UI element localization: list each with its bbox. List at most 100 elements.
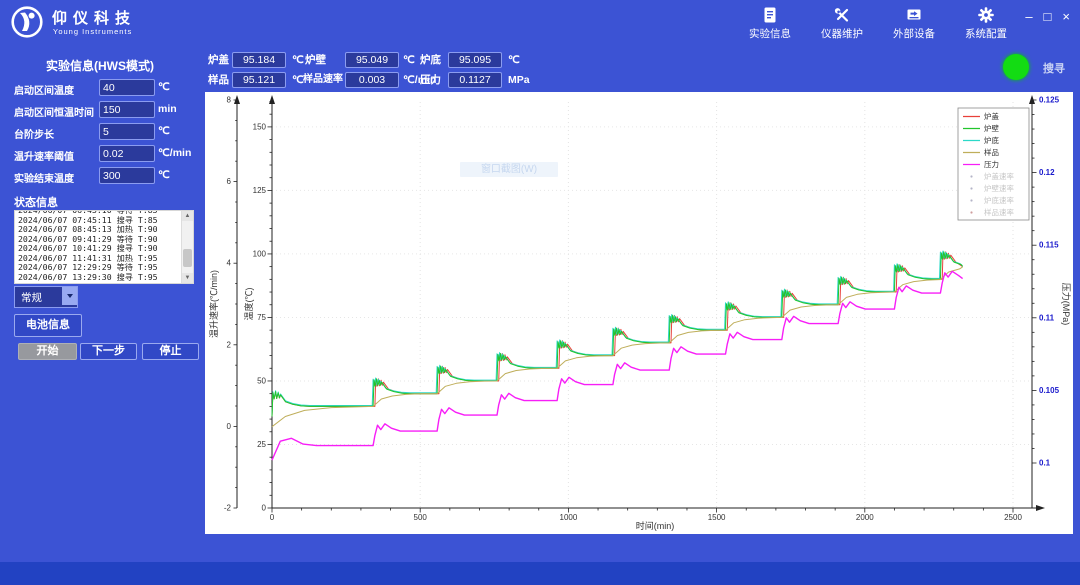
toolbar-label: 实验信息 — [749, 26, 791, 41]
chart-legend: 炉盖炉壁炉底样品压力炉盖速率炉壁速率炉底速率样品速率 — [958, 108, 1029, 220]
svg-text:0.11: 0.11 — [1039, 313, 1055, 322]
minimize-button[interactable]: – — [1025, 9, 1032, 25]
sample-rate-value[interactable] — [345, 72, 399, 88]
brand-subtitle: Young Instruments — [53, 27, 132, 36]
toolbar-label: 系统配置 — [965, 26, 1007, 41]
furnace-lid-label: 炉盖 — [208, 52, 229, 68]
scroll-down-arrow[interactable]: ▼ — [182, 273, 193, 283]
pressure-value[interactable] — [448, 72, 502, 88]
svg-text:2: 2 — [227, 340, 232, 349]
svg-text:25: 25 — [257, 440, 266, 449]
sample-rate-label: 样品速率 — [303, 72, 343, 88]
log-rows: 2024/06/07 06:45:10 等待 T:852024/06/07 07… — [15, 210, 193, 282]
svg-text:0: 0 — [262, 504, 267, 513]
svg-text:压力(MPa): 压力(MPa) — [1061, 283, 1072, 326]
footer-bar — [0, 562, 1080, 585]
svg-text:-2: -2 — [224, 504, 232, 513]
window-controls: – □ × — [1025, 9, 1070, 25]
furnace-bottom-value[interactable] — [448, 52, 502, 68]
stop-button[interactable]: 停止 — [142, 343, 199, 360]
svg-text:温度(℃): 温度(℃) — [243, 288, 254, 321]
log-scrollbar[interactable]: ▲ ▼ — [181, 211, 193, 283]
series-pressure — [272, 271, 963, 460]
furnace-wall-label: 炉壁 — [305, 52, 326, 68]
unit: ℃ — [292, 52, 304, 68]
svg-text:0.12: 0.12 — [1039, 168, 1055, 177]
end-temp-input[interactable] — [99, 167, 155, 184]
svg-text:500: 500 — [414, 513, 428, 522]
rate-threshold-input[interactable] — [99, 145, 155, 162]
legend-item: 炉盖 — [984, 111, 999, 121]
start-button[interactable]: 开始 — [18, 343, 77, 360]
unit: MPa — [508, 72, 530, 88]
start-zone-hold-time-input[interactable] — [99, 101, 155, 118]
pressure-label: 压力 — [420, 72, 441, 88]
main-toolbar: 实验信息 仪器维护 外部设备 系统配置 — [742, 5, 1014, 41]
brand-logo-icon — [10, 5, 44, 39]
svg-text:4: 4 — [227, 259, 232, 268]
step-size-input[interactable] — [99, 123, 155, 140]
toolbar-label: 外部设备 — [893, 26, 935, 41]
scroll-up-arrow[interactable]: ▲ — [182, 211, 193, 221]
param-label: 实验结束温度 — [14, 170, 74, 185]
sample-label: 样品 — [208, 72, 229, 88]
run-indicator — [1003, 54, 1029, 80]
toolbar-system-config[interactable]: 系统配置 — [958, 5, 1014, 41]
svg-text:0: 0 — [227, 422, 232, 431]
legend-item: 炉壁速率 — [984, 183, 1014, 193]
mode-select[interactable]: 常规 — [14, 286, 78, 308]
close-button[interactable]: × — [1062, 9, 1070, 25]
scroll-thumb[interactable] — [183, 249, 192, 267]
toolbar-label: 仪器维护 — [821, 26, 863, 41]
toolbar-experiment-info[interactable]: 实验信息 — [742, 5, 798, 41]
panel-title: 实验信息(HWS模式) — [0, 57, 200, 74]
next-step-button[interactable]: 下一步 — [80, 343, 137, 360]
svg-text:150: 150 — [253, 122, 267, 131]
param-label: 温升速率阈值 — [14, 148, 74, 163]
battery-info-button[interactable]: 电池信息 — [14, 314, 82, 337]
legend-item: 样品速率 — [984, 207, 1014, 217]
toolbar-instrument-maintenance[interactable]: 仪器维护 — [814, 5, 870, 41]
svg-text:6: 6 — [227, 177, 232, 186]
svg-text:0.115: 0.115 — [1039, 241, 1059, 250]
mode-select-value: 常规 — [21, 290, 42, 305]
legend-item: 压力 — [984, 159, 999, 169]
param-unit: ℃ — [158, 125, 170, 137]
svg-text:1500: 1500 — [708, 513, 726, 522]
tools-icon — [833, 5, 851, 25]
brand-name: 仰仪科技 — [52, 7, 136, 28]
svg-text:温升速率(℃/min): 温升速率(℃/min) — [208, 270, 219, 338]
legend-item: 样品 — [984, 147, 999, 157]
legend-item: 炉底 — [984, 135, 999, 145]
param-unit: ℃ — [158, 81, 170, 93]
svg-text:0.125: 0.125 — [1039, 96, 1060, 105]
svg-text:75: 75 — [257, 313, 266, 322]
legend-item: 炉壁 — [984, 123, 999, 133]
svg-text:100: 100 — [253, 249, 267, 258]
unit: ℃ — [403, 52, 415, 68]
sample-value[interactable] — [232, 72, 286, 88]
param-label: 启动区间恒温时间 — [14, 104, 94, 119]
title-bar: 仰仪科技 Young Instruments 实验信息 仪器维护 外部设备 系统… — [0, 0, 1080, 45]
status-log-list[interactable]: 2024/06/07 06:45:10 等待 T:852024/06/07 07… — [14, 210, 194, 284]
toolbar-external-devices[interactable]: 外部设备 — [886, 5, 942, 41]
start-zone-temp-input[interactable] — [99, 79, 155, 96]
svg-text:0: 0 — [270, 513, 275, 522]
svg-text:0.105: 0.105 — [1039, 386, 1060, 395]
furnace-wall-value[interactable] — [345, 52, 399, 68]
param-label: 启动区间温度 — [14, 82, 74, 97]
svg-text:50: 50 — [257, 376, 266, 385]
svg-text:时间(min): 时间(min) — [636, 520, 675, 531]
chevron-down-icon — [62, 287, 77, 305]
run-state-text: 搜寻 — [1043, 60, 1065, 76]
svg-text:2000: 2000 — [856, 513, 874, 522]
furnace-bottom-label: 炉底 — [420, 52, 441, 68]
status-info-label: 状态信息 — [14, 194, 58, 210]
maximize-button[interactable]: □ — [1044, 9, 1052, 25]
log-row: 2024/06/07 13:29:30 搜寻 T:95 — [18, 273, 193, 283]
param-unit: ℃ — [158, 169, 170, 181]
furnace-lid-value[interactable] — [232, 52, 286, 68]
svg-text:2500: 2500 — [1004, 513, 1022, 522]
param-label: 台阶步长 — [14, 126, 54, 141]
param-unit: min — [158, 103, 177, 115]
